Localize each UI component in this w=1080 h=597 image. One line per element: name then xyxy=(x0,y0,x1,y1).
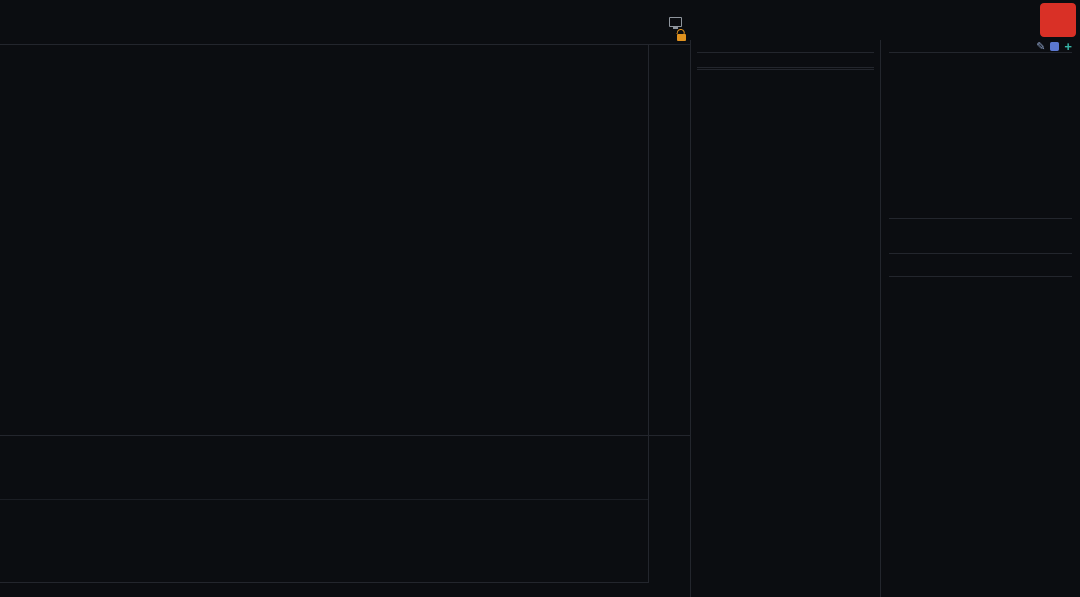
key-ratios-columns xyxy=(889,70,1072,85)
unit-label xyxy=(889,105,1072,119)
chart-column xyxy=(0,0,690,597)
popup-window-icon[interactable] xyxy=(669,17,682,27)
macd-close-icon[interactable] xyxy=(662,486,678,499)
macd-chart[interactable] xyxy=(0,500,648,583)
valuation-section xyxy=(889,219,1072,254)
trading-app-window: ✎ + xyxy=(0,0,1080,597)
analysis-panel: ✎ + xyxy=(880,40,1080,597)
add-icon[interactable]: + xyxy=(1064,39,1072,54)
valuation-columns xyxy=(889,236,1072,251)
earnings-forecast-row xyxy=(889,86,1072,105)
unlock-icon[interactable] xyxy=(677,34,686,41)
note-square-icon[interactable] xyxy=(1050,42,1059,51)
movers-header xyxy=(889,256,1072,273)
quote-detail-panel xyxy=(690,40,880,597)
no-data-text xyxy=(889,119,1072,219)
candlestick-canvas[interactable] xyxy=(0,45,648,437)
time-axis xyxy=(0,583,690,597)
symbol-header xyxy=(690,0,1080,40)
index-group-row: ✎ + xyxy=(889,40,1072,53)
volume-panel xyxy=(0,437,648,484)
buy-button[interactable] xyxy=(1040,3,1076,37)
key-ratios-header xyxy=(889,53,1072,70)
y-axis-divider xyxy=(648,44,649,583)
valuation-header xyxy=(889,219,1072,236)
edit-pencil-icon[interactable]: ✎ xyxy=(1036,40,1045,53)
macd-canvas[interactable] xyxy=(0,500,648,583)
exchange-time-row xyxy=(697,40,874,53)
chart-toolbar-row xyxy=(0,0,690,15)
macd-label-row xyxy=(0,485,648,500)
advance-decline-row xyxy=(697,53,874,68)
quote-stats xyxy=(697,68,874,70)
ma-strip xyxy=(0,29,690,44)
quote-strip xyxy=(0,15,690,29)
top-gainers-list xyxy=(889,273,1072,277)
candlestick-chart[interactable] xyxy=(0,44,690,436)
